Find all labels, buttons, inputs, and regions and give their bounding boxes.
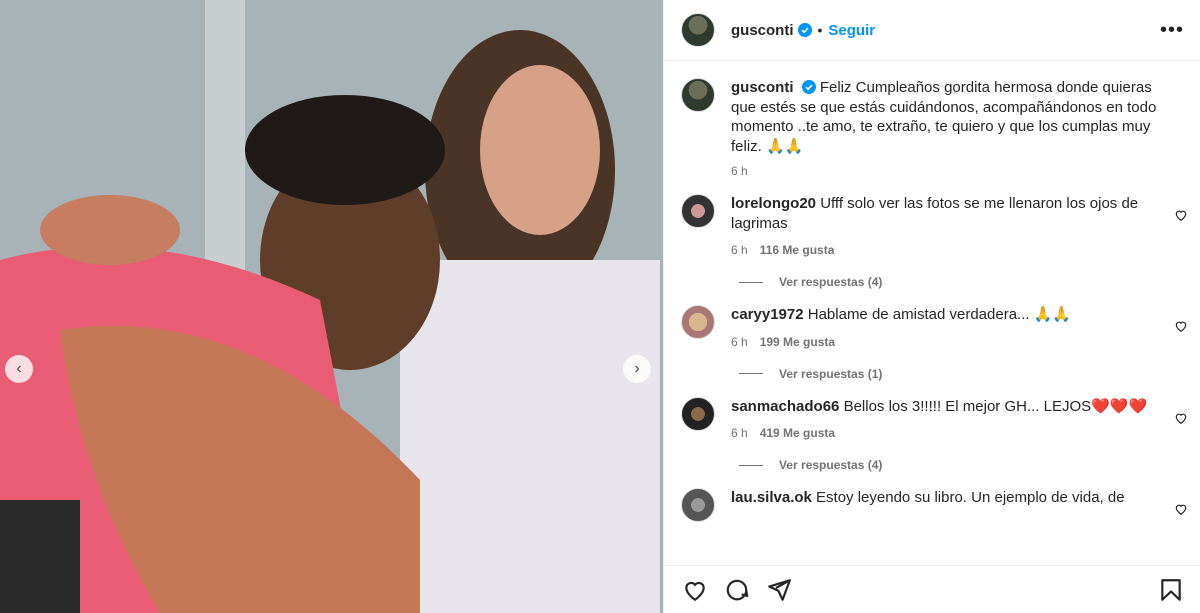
comment-username[interactable]: lau.silva.ok bbox=[731, 489, 812, 506]
chevron-left-icon: ‹ bbox=[16, 360, 22, 377]
post-view: ‹ › gusconti • Seguir ••• gusconti Feliz… bbox=[0, 0, 1200, 613]
comment-item: lorelongo20 Ufff solo ver las fotos se m… bbox=[664, 178, 1200, 257]
comment-likes[interactable]: 199 Me gusta bbox=[760, 335, 835, 349]
comment-body: Hablame de amistad verdadera... 🙏🙏 bbox=[807, 306, 1072, 323]
like-heart-icon[interactable] bbox=[682, 577, 708, 603]
view-replies-label: Ver respuestas (1) bbox=[779, 366, 883, 381]
avatar[interactable] bbox=[681, 13, 715, 47]
comment-username[interactable]: lorelongo20 bbox=[731, 195, 816, 212]
like-heart-icon[interactable] bbox=[1174, 319, 1188, 333]
post-header: gusconti • Seguir ••• bbox=[664, 0, 1200, 61]
divider-line bbox=[739, 281, 763, 283]
action-bar bbox=[664, 565, 1200, 613]
comment-item: sanmachado66 Bellos los 3!!!!! El mejor … bbox=[664, 381, 1200, 440]
comment-username[interactable]: caryy1972 bbox=[731, 306, 804, 323]
chevron-right-icon: › bbox=[634, 360, 640, 377]
photo bbox=[0, 0, 663, 613]
comments-panel: gusconti Feliz Cumpleaños gordita hermos… bbox=[664, 62, 1200, 565]
comment-likes[interactable]: 116 Me gusta bbox=[760, 243, 835, 257]
next-photo-button[interactable]: › bbox=[623, 355, 651, 383]
comment-time: 6 h bbox=[731, 334, 748, 349]
photo-illustration bbox=[0, 0, 663, 613]
caption-body: Feliz Cumpleaños gordita hermosa donde q… bbox=[731, 79, 1157, 155]
like-heart-icon[interactable] bbox=[1174, 502, 1188, 516]
view-replies-label: Ver respuestas (4) bbox=[779, 275, 883, 289]
comment-item: lau.silva.ok Estoy leyendo su libro. Un … bbox=[664, 472, 1200, 522]
avatar[interactable] bbox=[681, 78, 715, 112]
verified-badge-icon bbox=[801, 80, 816, 94]
avatar[interactable] bbox=[681, 305, 715, 339]
post-image[interactable]: ‹ › bbox=[0, 0, 663, 613]
follow-button[interactable]: Seguir bbox=[828, 22, 875, 39]
comment-time: 6 h bbox=[731, 426, 748, 440]
comment-item: caryy1972 Hablame de amistad verdadera..… bbox=[664, 289, 1200, 349]
comment-meta: 6 h 419 Me gusta bbox=[731, 426, 1161, 440]
divider-line bbox=[739, 464, 763, 466]
caption-timestamp: 6 h bbox=[731, 164, 748, 178]
view-replies-button[interactable]: Ver respuestas (4) bbox=[739, 275, 1200, 289]
caption-username[interactable]: gusconti bbox=[731, 79, 794, 96]
view-replies-button[interactable]: Ver respuestas (4) bbox=[739, 458, 1200, 472]
post-sidebar: gusconti • Seguir ••• gusconti Feliz Cum… bbox=[663, 0, 1200, 613]
like-heart-icon[interactable] bbox=[1174, 208, 1188, 222]
like-heart-icon[interactable] bbox=[1174, 411, 1188, 425]
comment-body: Bellos los 3!!!!! El mejor GH... LEJOS❤️… bbox=[843, 397, 1148, 415]
avatar[interactable] bbox=[681, 396, 715, 431]
comment-icon[interactable] bbox=[724, 577, 750, 603]
caption-text: gusconti Feliz Cumpleaños gordita hermos… bbox=[731, 78, 1171, 156]
comment-meta: 6 h 199 Me gusta bbox=[731, 335, 1161, 349]
verified-badge-icon bbox=[797, 23, 812, 37]
caption: gusconti Feliz Cumpleaños gordita hermos… bbox=[664, 62, 1200, 178]
comment-text: lorelongo20 Ufff solo ver las fotos se m… bbox=[731, 194, 1161, 233]
view-replies-label: Ver respuestas (4) bbox=[779, 458, 883, 472]
comment-meta: 6 h 116 Me gusta bbox=[731, 243, 1161, 257]
share-icon[interactable] bbox=[766, 577, 792, 603]
author-username[interactable]: gusconti bbox=[731, 22, 794, 39]
view-replies-button[interactable]: Ver respuestas (1) bbox=[739, 367, 1200, 381]
comment-text: sanmachado66 Bellos los 3!!!!! El mejor … bbox=[731, 397, 1161, 417]
bookmark-icon[interactable] bbox=[1158, 577, 1184, 603]
more-options-icon[interactable]: ••• bbox=[1160, 19, 1184, 42]
avatar[interactable] bbox=[681, 488, 715, 522]
comment-text: caryy1972 Hablame de amistad verdadera..… bbox=[731, 305, 1161, 325]
comment-text: lau.silva.ok Estoy leyendo su libro. Un … bbox=[731, 488, 1161, 508]
divider-line bbox=[739, 373, 763, 374]
comment-body: Estoy leyendo su libro. Un ejemplo de vi… bbox=[816, 489, 1125, 506]
comment-username[interactable]: sanmachado66 bbox=[731, 398, 839, 415]
previous-photo-button[interactable]: ‹ bbox=[5, 355, 33, 383]
comment-likes[interactable]: 419 Me gusta bbox=[760, 426, 835, 440]
avatar[interactable] bbox=[681, 194, 715, 228]
separator-dot: • bbox=[817, 22, 823, 38]
comment-time: 6 h bbox=[731, 243, 748, 257]
